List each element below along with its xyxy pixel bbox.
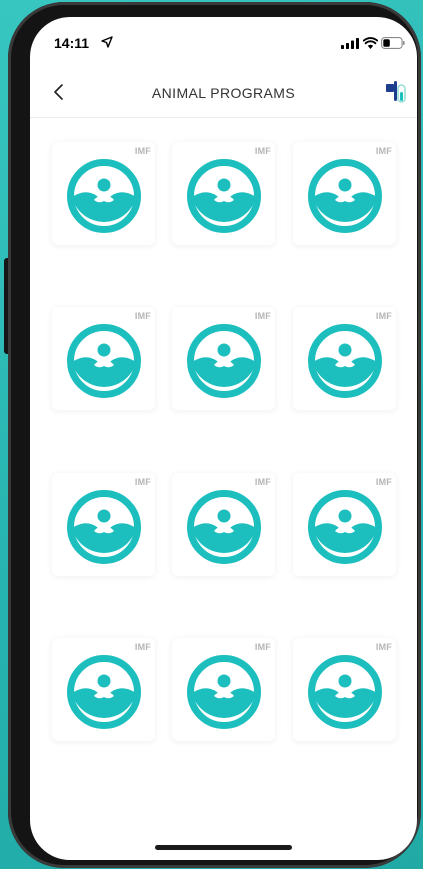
nav-bar: ANIMAL PROGRAMS: [30, 69, 417, 118]
program-tag: IMF: [375, 642, 392, 652]
program-logo-icon: [187, 490, 261, 564]
phone-frame: 14:11 ANIMAL PROGRAMS IMF IMF IMF IMF IM…: [8, 2, 421, 868]
program-logo-icon: [67, 324, 141, 398]
program-tag: IMF: [375, 477, 392, 487]
program-tag: IMF: [134, 311, 151, 321]
program-tag: IMF: [254, 642, 271, 652]
program-card[interactable]: IMF: [293, 473, 396, 576]
program-tag: IMF: [254, 311, 271, 321]
mixer-icon[interactable]: [383, 78, 409, 106]
program-logo-icon: [67, 655, 141, 729]
program-card[interactable]: IMF: [172, 473, 275, 576]
battery-icon: [381, 37, 405, 49]
page-title: ANIMAL PROGRAMS: [151, 85, 296, 101]
program-card[interactable]: IMF: [52, 307, 155, 410]
screen: 14:11 ANIMAL PROGRAMS IMF IMF IMF IMF IM…: [30, 17, 417, 860]
program-logo-icon: [308, 324, 382, 398]
home-indicator: [155, 845, 292, 850]
location-arrow-icon: [101, 36, 113, 48]
program-logo-icon: [67, 490, 141, 564]
program-card[interactable]: IMF: [172, 638, 275, 741]
program-tag: IMF: [134, 146, 151, 156]
program-logo-icon: [67, 159, 141, 233]
status-time: 14:11: [54, 35, 90, 51]
program-tag: IMF: [254, 477, 271, 487]
program-card[interactable]: IMF: [172, 307, 275, 410]
program-logo-icon: [187, 324, 261, 398]
program-logo-icon: [187, 655, 261, 729]
program-card[interactable]: IMF: [52, 638, 155, 741]
wifi-icon: [363, 37, 378, 49]
program-logo-icon: [308, 655, 382, 729]
program-card[interactable]: IMF: [52, 142, 155, 245]
program-tag: IMF: [134, 642, 151, 652]
program-logo-icon: [308, 490, 382, 564]
program-tag: IMF: [375, 146, 392, 156]
program-card[interactable]: IMF: [293, 638, 396, 741]
program-logo-icon: [187, 159, 261, 233]
signal-icon: [341, 38, 359, 49]
status-bar: 14:11: [30, 17, 417, 69]
program-logo-icon: [308, 159, 382, 233]
program-tag: IMF: [254, 146, 271, 156]
program-card[interactable]: IMF: [52, 473, 155, 576]
program-card[interactable]: IMF: [293, 142, 396, 245]
program-tag: IMF: [375, 311, 392, 321]
program-card[interactable]: IMF: [172, 142, 275, 245]
program-tag: IMF: [134, 477, 151, 487]
program-card[interactable]: IMF: [293, 307, 396, 410]
